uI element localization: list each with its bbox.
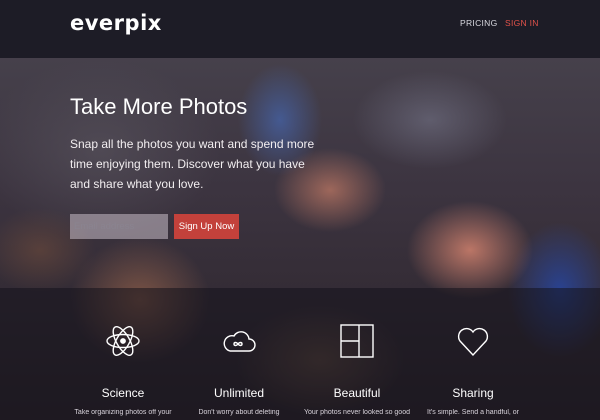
nav-pricing-link[interactable]: PRICING	[460, 18, 498, 28]
hero-description: Snap all the photos you want and spend m…	[70, 137, 315, 191]
cloud-infinity-icon	[221, 323, 257, 359]
feature-description: Take organizing photos off your	[74, 409, 172, 416]
feature-sharing: Sharing It's simple. Send a handful, or	[418, 288, 528, 420]
layout-grid-icon	[339, 323, 375, 359]
feature-title: Sharing	[452, 386, 494, 400]
feature-title: Unlimited	[213, 386, 264, 400]
navbar: everpix PRICING SIGN IN	[0, 0, 600, 58]
feature-description: Your photos never looked so good	[304, 409, 410, 416]
everpix-logo[interactable]: everpix	[70, 11, 162, 35]
features-strip: Science Take organizing photos off your …	[0, 288, 600, 420]
atom-icon	[105, 323, 141, 359]
feature-beautiful: Beautiful Your photos never looked so go…	[302, 288, 412, 420]
feature-science: Science Take organizing photos off your	[68, 288, 178, 420]
sign-up-button[interactable]: Sign Up Now	[174, 214, 239, 239]
feature-title: Beautiful	[333, 386, 381, 400]
feature-description: Don't worry about deleting	[198, 409, 280, 416]
hero-title: Take More Photos	[70, 94, 248, 119]
feature-unlimited: Unlimited Don't worry about deleting	[184, 288, 294, 420]
email-input[interactable]	[70, 214, 168, 239]
heart-icon	[455, 323, 491, 359]
feature-description: It's simple. Send a handful, or	[427, 409, 519, 416]
feature-title: Science	[101, 386, 145, 400]
nav-sign-in-link[interactable]: SIGN IN	[505, 18, 539, 28]
